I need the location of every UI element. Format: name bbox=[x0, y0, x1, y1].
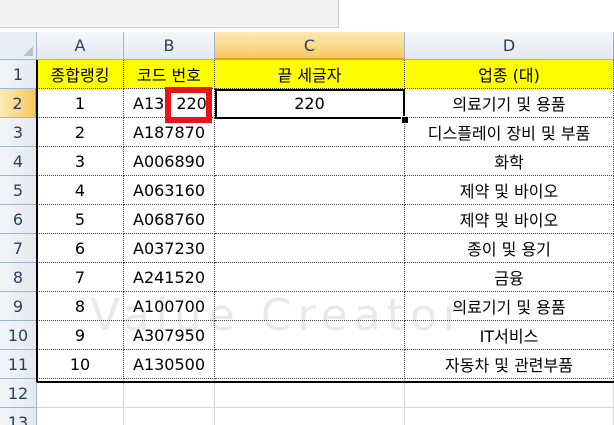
row-header-7[interactable]: 7 bbox=[0, 234, 37, 263]
cell-industry[interactable]: 의료기기 및 용품 bbox=[405, 292, 614, 321]
cell-suffix[interactable] bbox=[215, 176, 405, 205]
cell-rank[interactable]: 6 bbox=[37, 234, 124, 263]
cell-industry[interactable]: 종이 및 용기 bbox=[405, 234, 614, 263]
cell-suffix[interactable] bbox=[215, 118, 405, 147]
cell-industry[interactable]: IT서비스 bbox=[405, 321, 614, 350]
fill-handle[interactable] bbox=[401, 116, 409, 124]
cell-suffix[interactable] bbox=[215, 350, 405, 379]
row-header-3[interactable]: 3 bbox=[0, 118, 37, 147]
row-header-11[interactable]: 11 bbox=[0, 350, 37, 379]
column-header-c[interactable]: C bbox=[215, 32, 405, 60]
table-bottom-border bbox=[37, 381, 614, 383]
row-header-6[interactable]: 6 bbox=[0, 205, 37, 234]
cell-rank[interactable]: 1 bbox=[37, 89, 124, 118]
header-cell-industry[interactable]: 업종 (대) bbox=[405, 60, 614, 89]
empty-cell[interactable] bbox=[37, 379, 124, 408]
cell-rank[interactable]: 5 bbox=[37, 205, 124, 234]
spreadsheet-grid: A B C D 1 2 3 4 5 6 7 8 9 10 11 12 13 종합… bbox=[0, 32, 614, 425]
cell-industry[interactable]: 제약 및 바이오 bbox=[405, 205, 614, 234]
cell-rank[interactable]: 7 bbox=[37, 263, 124, 292]
cell-suffix[interactable] bbox=[215, 147, 405, 176]
row-header-13[interactable]: 13 bbox=[0, 408, 37, 425]
table-left-border bbox=[36, 60, 38, 382]
empty-cell[interactable] bbox=[215, 408, 405, 425]
cell-industry[interactable]: 의료기기 및 용품 bbox=[405, 89, 614, 118]
cell-suffix[interactable] bbox=[215, 234, 405, 263]
cell-suffix[interactable]: 220 bbox=[215, 89, 405, 118]
empty-cell[interactable] bbox=[215, 379, 405, 408]
column-header-a[interactable]: A bbox=[37, 32, 124, 60]
cell-rank[interactable]: 2 bbox=[37, 118, 124, 147]
cell-rank[interactable]: 4 bbox=[37, 176, 124, 205]
header-cell-rank[interactable]: 종합랭킹 bbox=[37, 60, 124, 89]
row-header-5[interactable]: 5 bbox=[0, 176, 37, 205]
cell-rank[interactable]: 3 bbox=[37, 147, 124, 176]
row-header-1[interactable]: 1 bbox=[0, 60, 37, 89]
cell-code[interactable]: A037230 bbox=[124, 234, 215, 263]
empty-cell[interactable] bbox=[37, 408, 124, 425]
name-box-area[interactable] bbox=[0, 0, 339, 28]
cell-code[interactable]: A241520 bbox=[124, 263, 215, 292]
cell-rank[interactable]: 8 bbox=[37, 292, 124, 321]
cell-code[interactable]: A068760 bbox=[124, 205, 215, 234]
empty-cell[interactable] bbox=[405, 379, 614, 408]
header-cell-code[interactable]: 코드 번호 bbox=[124, 60, 215, 89]
row-header-2[interactable]: 2 bbox=[0, 89, 37, 118]
cell-industry[interactable]: 자동차 및 관련부품 bbox=[405, 350, 614, 379]
column-header-d[interactable]: D bbox=[405, 32, 614, 60]
cell-code[interactable]: A063160 bbox=[124, 176, 215, 205]
cell-industry[interactable]: 디스플레이 장비 및 부품 bbox=[405, 118, 614, 147]
formula-bar-area bbox=[0, 0, 614, 32]
empty-cell[interactable] bbox=[405, 408, 614, 425]
cell-code-prefix: A13 bbox=[133, 93, 165, 113]
cell-suffix[interactable] bbox=[215, 321, 405, 350]
cell-suffix[interactable] bbox=[215, 292, 405, 321]
cell-code[interactable]: A307950 bbox=[124, 321, 215, 350]
cell-rank[interactable]: 10 bbox=[37, 350, 124, 379]
row-header-4[interactable]: 4 bbox=[0, 147, 37, 176]
row-header-12[interactable]: 12 bbox=[0, 379, 37, 408]
select-all-corner[interactable] bbox=[0, 32, 37, 60]
empty-cell[interactable] bbox=[124, 379, 215, 408]
cell-rank[interactable]: 9 bbox=[37, 321, 124, 350]
column-header-b[interactable]: B bbox=[124, 32, 215, 60]
cell-code[interactable]: A130500 bbox=[124, 350, 215, 379]
cell-code[interactable]: A100700 bbox=[124, 292, 215, 321]
cell-suffix[interactable] bbox=[215, 263, 405, 292]
cell-suffix[interactable] bbox=[215, 205, 405, 234]
select-all-icon bbox=[23, 46, 33, 56]
cell-industry[interactable]: 금융 bbox=[405, 263, 614, 292]
row-header-10[interactable]: 10 bbox=[0, 321, 37, 350]
cell-industry[interactable]: 제약 및 바이오 bbox=[405, 176, 614, 205]
cell-industry[interactable]: 화학 bbox=[405, 147, 614, 176]
cell-code[interactable]: A006890 bbox=[124, 147, 215, 176]
header-cell-suffix[interactable]: 끝 세글자 bbox=[215, 60, 405, 89]
empty-cell[interactable] bbox=[124, 408, 215, 425]
row-header-9[interactable]: 9 bbox=[0, 292, 37, 321]
highlight-box bbox=[165, 87, 212, 123]
row-header-8[interactable]: 8 bbox=[0, 263, 37, 292]
